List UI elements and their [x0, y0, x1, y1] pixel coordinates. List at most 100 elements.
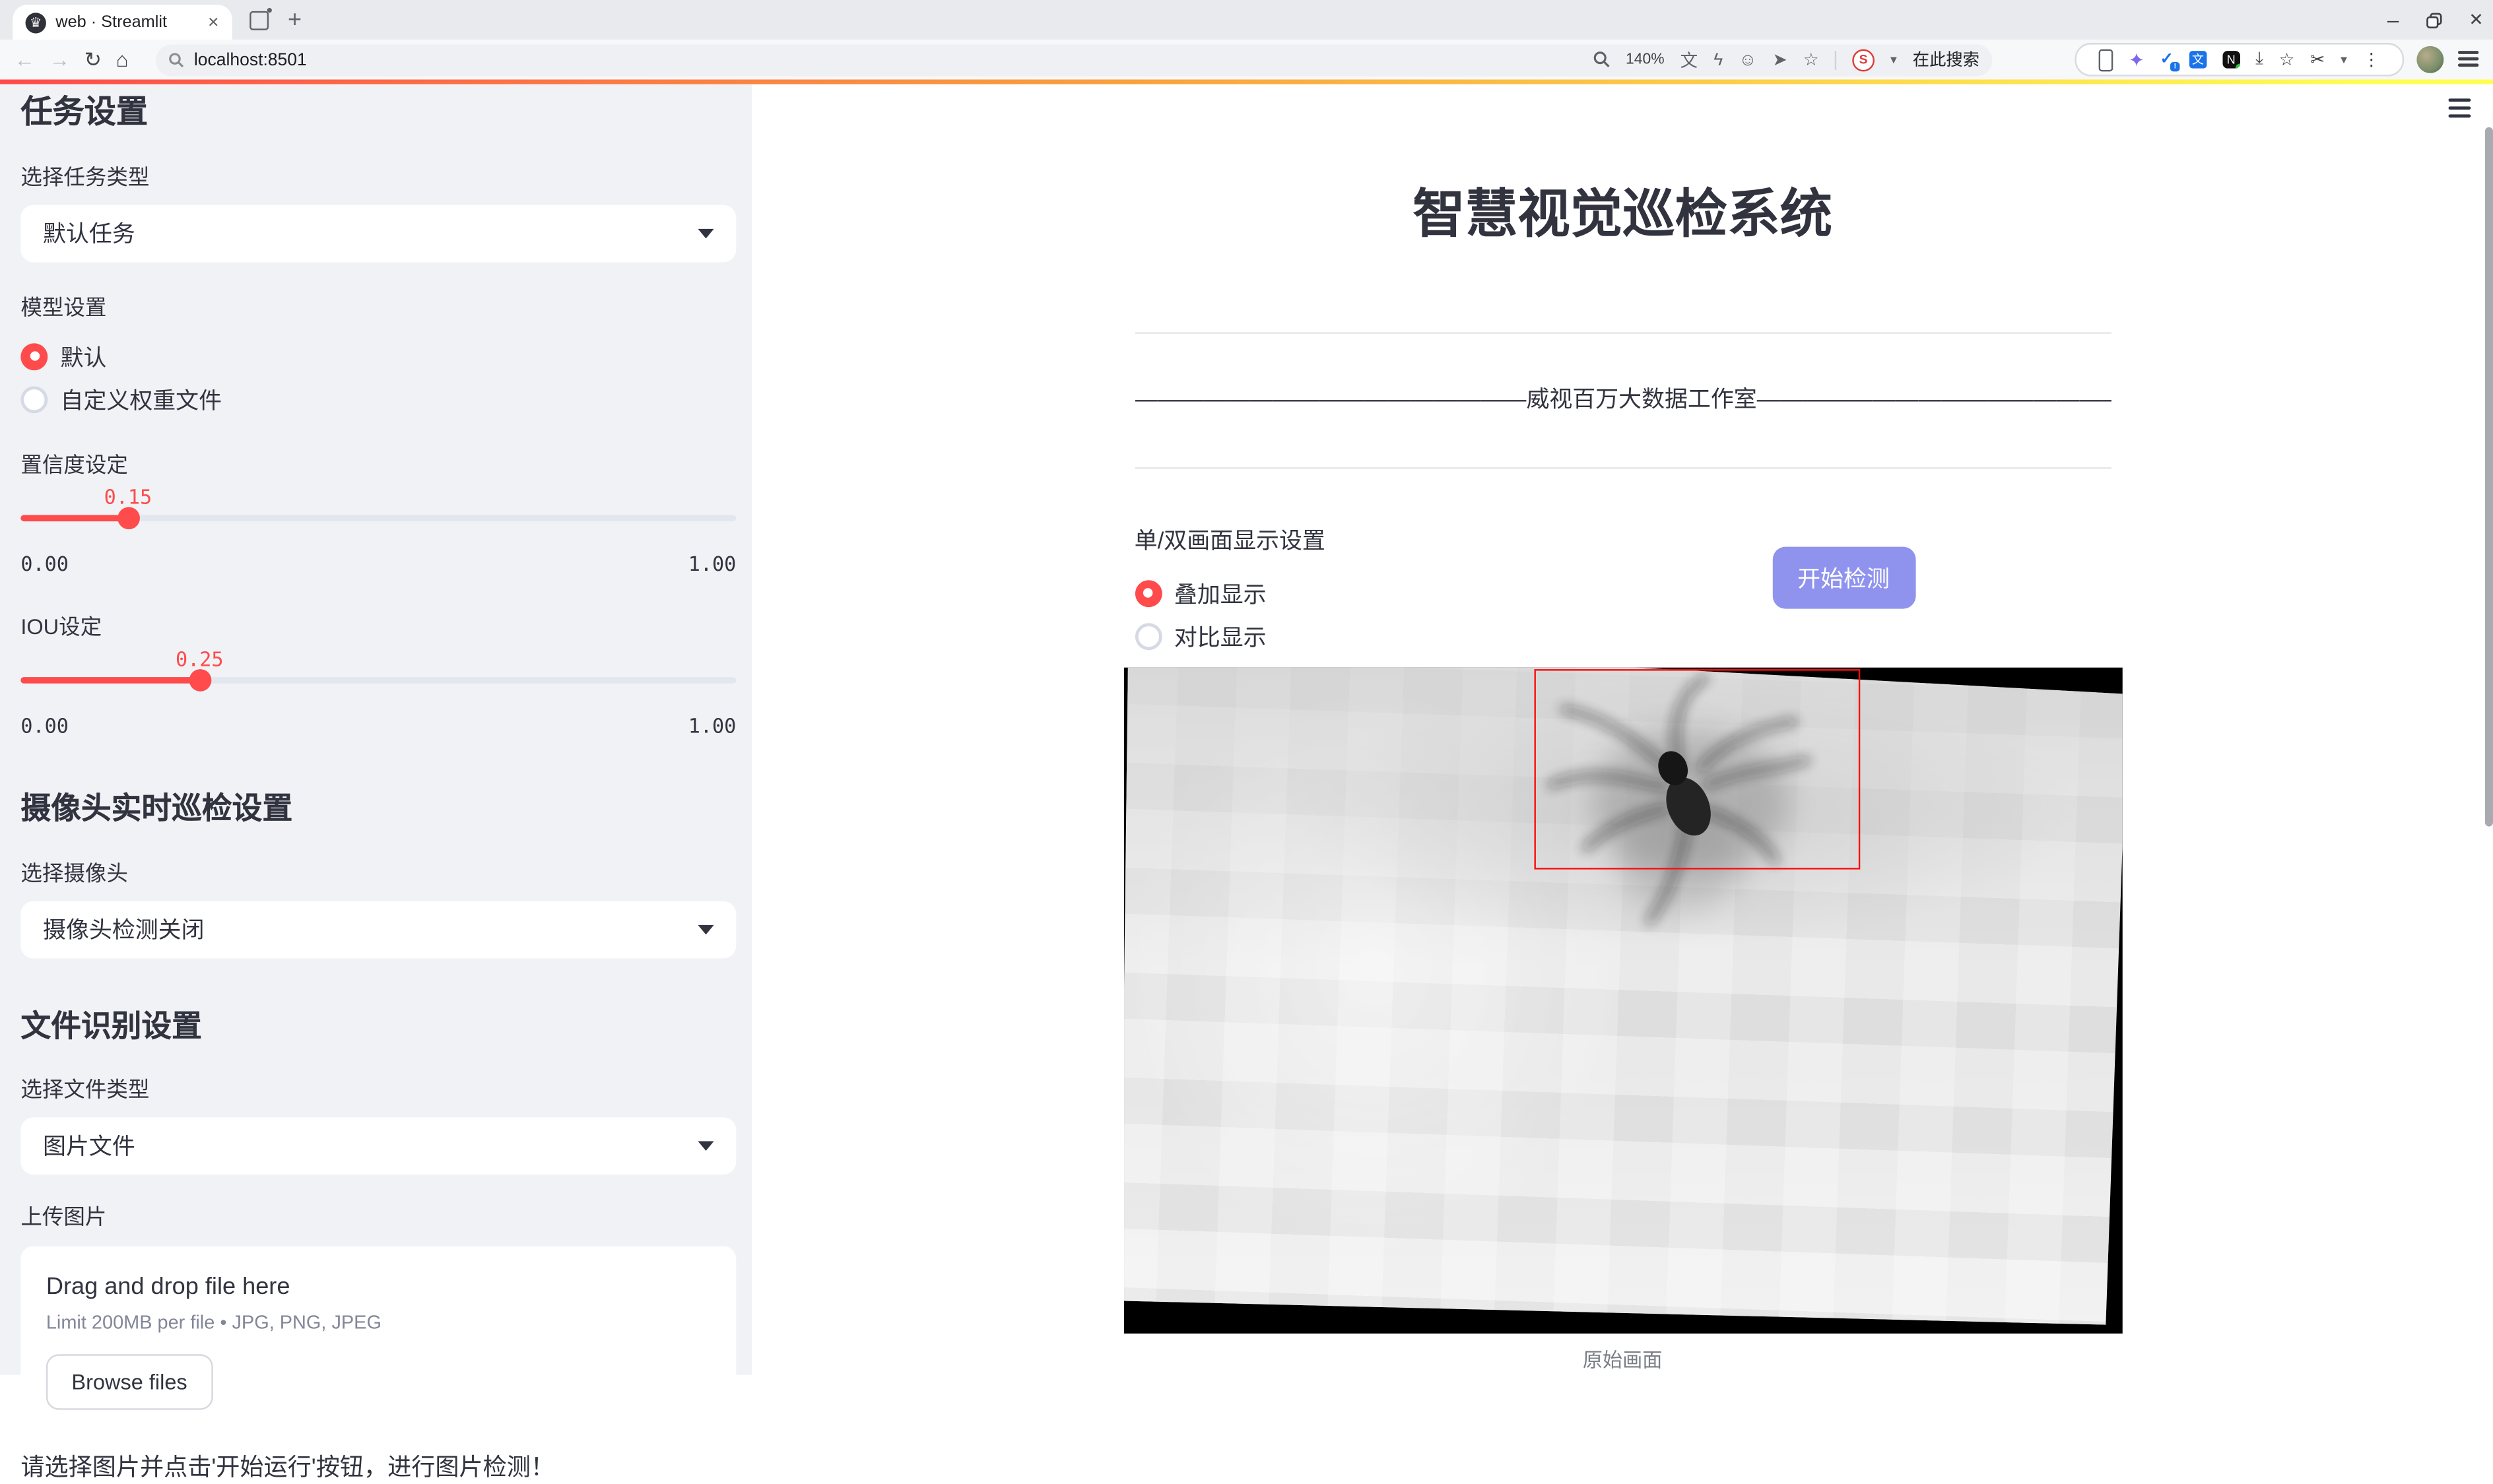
model-option-default[interactable]: 默认	[20, 339, 736, 373]
slider-thumb[interactable]	[188, 668, 211, 691]
radio-label: 默认	[61, 339, 107, 373]
start-detection-button[interactable]: 开始检测	[1772, 546, 1915, 608]
gemini-extension-icon[interactable]: ✦	[2129, 50, 2144, 69]
iou-label: IOU设定	[20, 613, 736, 640]
camera-settings-heading: 摄像头实时巡检设置	[20, 790, 736, 827]
studio-byline: —————————————————威视百万大数据工作室—————————————…	[1135, 381, 2111, 414]
chevron-down-icon	[698, 924, 714, 934]
download-icon[interactable]: ⤓	[2255, 49, 2263, 70]
forward-icon[interactable]: →	[50, 48, 70, 71]
share-icon[interactable]: ➤	[1773, 49, 1787, 70]
browse-files-button[interactable]: Browse files	[46, 1353, 213, 1409]
confidence-label: 置信度设定	[20, 451, 736, 478]
slider-fill	[20, 514, 128, 521]
lightning-icon[interactable]: ϟ	[1713, 50, 1723, 69]
favorites-icon[interactable]: ☆	[2279, 49, 2295, 70]
tab-group-icon[interactable]	[249, 11, 269, 30]
file-type-value: 图片文件	[43, 1128, 698, 1162]
iou-slider[interactable]: 0.25	[20, 646, 736, 700]
divider	[1135, 467, 2111, 468]
radio-label: 叠加显示	[1174, 576, 1267, 610]
slider-max-label: 1.00	[688, 713, 737, 736]
divider	[1835, 50, 1836, 69]
radio-unselected-icon[interactable]	[20, 385, 48, 412]
file-type-label: 选择文件类型	[20, 1076, 736, 1103]
inspection-image	[1123, 666, 2122, 1332]
search-here-label[interactable]: 在此搜索	[1913, 48, 1979, 71]
reload-icon[interactable]: ↻	[84, 47, 102, 73]
upload-label: 上传图片	[20, 1202, 736, 1229]
radio-label: 自定义权重文件	[61, 382, 222, 416]
chevron-down-icon	[698, 228, 714, 238]
main-content: 智慧视觉巡检系统 —————————————————威视百万大数据工作室————…	[752, 83, 2493, 1374]
n-extension-icon[interactable]: N	[2222, 51, 2240, 68]
smiley-icon[interactable]: ☺	[1739, 50, 1756, 69]
file-type-select[interactable]: 图片文件	[20, 1116, 736, 1174]
zoom-level[interactable]: 140%	[1626, 51, 1665, 68]
more-options-icon[interactable]: ⋮	[2363, 49, 2380, 70]
translate-extension-icon[interactable]: 文	[2189, 51, 2207, 68]
slider-min-label: 0.00	[20, 551, 69, 575]
task-type-value: 默认任务	[43, 216, 698, 250]
dropzone-limit-text: Limit 200MB per file • JPG, PNG, JPEG	[46, 1310, 711, 1333]
camera-select-value: 摄像头检测关闭	[43, 913, 698, 946]
model-settings-label: 模型设置	[20, 293, 736, 320]
scissors-icon[interactable]: ✂	[2310, 49, 2325, 70]
camera-select-label: 选择摄像头	[20, 859, 736, 886]
page-title: 智慧视觉巡检系统	[1135, 83, 2111, 249]
chevron-down-icon[interactable]: ▾	[1890, 52, 1897, 67]
check-extension-icon[interactable]: ✓!	[2160, 51, 2174, 68]
profile-avatar[interactable]	[2416, 46, 2443, 73]
back-icon[interactable]: ←	[15, 48, 35, 71]
address-bar[interactable]: localhost:8501 140% 文 ϟ ☺ ➤ ☆ S ▾ 在此搜索	[156, 44, 1992, 75]
search-engine-icon[interactable]: S	[1852, 48, 1875, 71]
confidence-slider[interactable]: 0.15	[20, 484, 736, 538]
browser-toolbar: ← → ↻ ⌂ localhost:8501 140% 文 ϟ ☺ ➤ ☆ S …	[0, 40, 2493, 79]
radio-selected-icon[interactable]	[1135, 579, 1162, 606]
radio-selected-icon[interactable]	[20, 342, 48, 370]
phone-extension-icon[interactable]	[2098, 48, 2113, 71]
display-option-compare[interactable]: 对比显示	[1135, 619, 2111, 653]
browser-window: ♛ web · Streamlit ✕ + – ✕ ← → ↻ ⌂ localh…	[0, 0, 2493, 1383]
model-option-custom-weights[interactable]: 自定义权重文件	[20, 382, 736, 416]
sidebar: 任务设置 选择任务类型 默认任务 模型设置 默认 自定义权重文件 置信度设定 0…	[0, 83, 752, 1374]
search-icon	[168, 51, 184, 67]
page-scrollbar[interactable]	[2484, 127, 2493, 827]
browser-tab-bar: ♛ web · Streamlit ✕ + – ✕	[0, 0, 2493, 40]
divider	[1135, 331, 2111, 333]
slider-value: 0.25	[176, 646, 224, 670]
file-uploader-dropzone[interactable]: Drag and drop file here Limit 200MB per …	[20, 1245, 736, 1423]
home-icon[interactable]: ⌂	[116, 48, 129, 71]
image-caption: 原始画面	[1135, 1342, 2111, 1372]
slider-value: 0.15	[104, 484, 152, 507]
browser-menu-icon[interactable]	[2458, 51, 2478, 71]
translate-icon[interactable]: 文	[1680, 47, 1698, 73]
task-type-select[interactable]: 默认任务	[20, 205, 736, 262]
tab-close-icon[interactable]: ✕	[207, 13, 219, 30]
bookmark-star-icon[interactable]: ☆	[1803, 49, 1819, 70]
detection-bounding-box	[1533, 668, 1859, 869]
slider-max-label: 1.00	[688, 551, 737, 575]
display-option-overlay[interactable]: 叠加显示	[1135, 576, 2111, 610]
window-close-icon[interactable]: ✕	[2469, 9, 2483, 30]
window-minimize-icon[interactable]: –	[2387, 8, 2399, 32]
streamlit-menu-icon[interactable]	[2449, 98, 2471, 122]
chevron-down-icon[interactable]: ▾	[2341, 52, 2347, 67]
slider-min-label: 0.00	[20, 713, 69, 736]
sidebar-hint-text: 请选择图片并点击'开始运行'按钮，进行图片检测！	[20, 1452, 736, 1483]
tab-title: web · Streamlit	[55, 13, 201, 32]
browser-tab[interactable]: ♛ web · Streamlit ✕	[13, 5, 232, 40]
extensions-container: ✦ ✓! 文 N ⤓ ☆ ✂ ▾ ⋮	[2075, 43, 2404, 77]
file-settings-heading: 文件识别设置	[20, 1008, 736, 1045]
new-tab-icon[interactable]: +	[288, 13, 302, 28]
url-text[interactable]: localhost:8501	[194, 50, 1593, 69]
dropzone-instructions: Drag and drop file here	[46, 1272, 711, 1299]
window-restore-icon[interactable]	[2426, 12, 2442, 28]
slider-fill	[20, 676, 199, 683]
streamlit-favicon-icon: ♛	[26, 12, 46, 32]
radio-unselected-icon[interactable]	[1135, 622, 1162, 649]
display-mode-label: 单/双画面显示设置	[1135, 527, 2111, 556]
slider-thumb[interactable]	[117, 506, 139, 529]
camera-select[interactable]: 摄像头检测关闭	[20, 901, 736, 958]
zoom-icon[interactable]	[1592, 51, 1609, 68]
